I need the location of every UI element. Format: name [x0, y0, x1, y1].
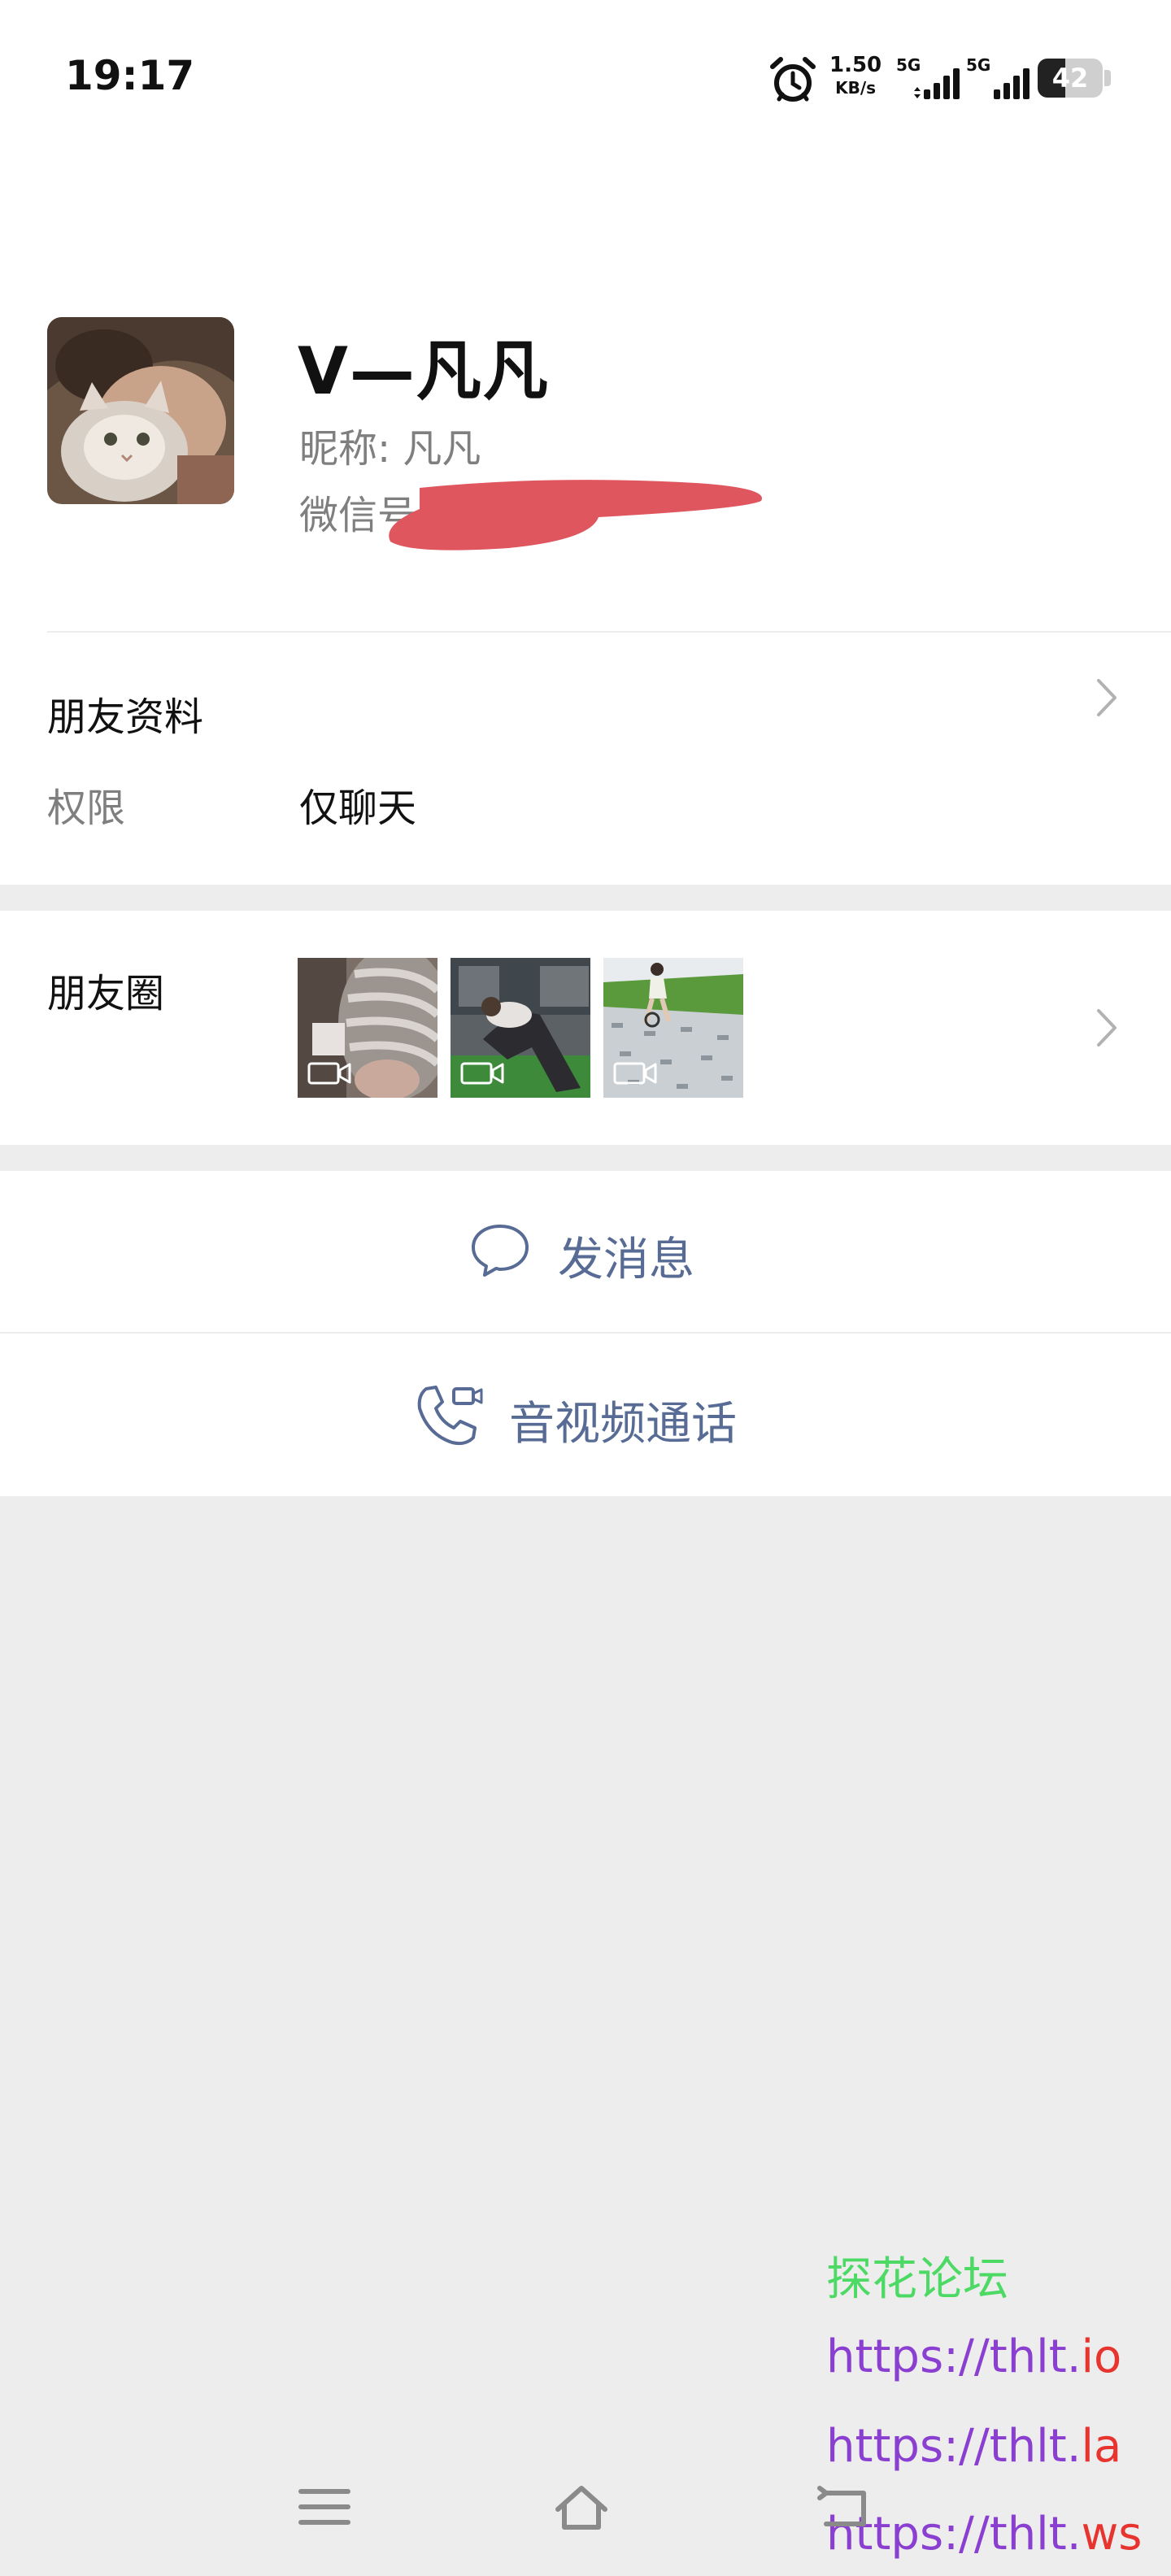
- video-thumbnail-2[interactable]: [451, 958, 590, 1098]
- battery-icon: 42: [1038, 59, 1103, 98]
- permission-value: 仅聊天: [299, 785, 417, 831]
- watermark-link-1-suffix: io: [1081, 2330, 1122, 2383]
- friend-info-title[interactable]: 朋友资料: [47, 685, 203, 742]
- watermark-forum-name: 探花论坛: [826, 2253, 1008, 2306]
- watermark-link-1[interactable]: https://thlt.io: [826, 2330, 1121, 2383]
- home-icon[interactable]: [553, 2480, 610, 2534]
- alarm-icon: [770, 57, 816, 102]
- send-message-label[interactable]: 发消息: [558, 1223, 694, 1289]
- watermark-link-2-suffix: la: [1081, 2420, 1122, 2473]
- avatar[interactable]: [47, 317, 234, 504]
- net-speed-value: 1.50: [829, 53, 882, 77]
- watermark-link-3[interactable]: https://thlt.ws: [826, 2508, 1142, 2561]
- watermark-link-2[interactable]: https://thlt.la: [826, 2420, 1121, 2473]
- status-bar: 19:17 1.50 KB/s 5G 5G 42: [0, 0, 1171, 154]
- video-thumbnail-1[interactable]: [298, 958, 437, 1098]
- nickname: 昵称: 凡凡: [299, 426, 481, 472]
- chat-bubble-icon: [472, 1225, 529, 1277]
- av-call-label[interactable]: 音视频通话: [509, 1387, 737, 1453]
- video-icon: [460, 1062, 504, 1085]
- video-call-icon: [417, 1386, 483, 1446]
- chevron-right-icon[interactable]: [1095, 677, 1119, 719]
- moments-title: 朋友圈: [47, 971, 165, 1016]
- net-speed-unit: KB/s: [835, 78, 877, 98]
- menu-icon[interactable]: [296, 2480, 353, 2534]
- watermark-link-2-prefix: https://thlt.: [826, 2420, 1082, 2473]
- redaction-mark: [389, 480, 762, 550]
- signal-icon: 5G: [896, 55, 961, 101]
- net-speed: 1.50 KB/s: [829, 54, 882, 99]
- video-icon: [307, 1062, 351, 1085]
- back-icon[interactable]: [816, 2480, 873, 2534]
- video-thumbnail-3[interactable]: [603, 958, 743, 1098]
- battery-level: 42: [1051, 63, 1089, 94]
- permission-label: 权限: [47, 785, 126, 831]
- signal-icon-2: 5G: [966, 55, 1031, 101]
- watermark-link-3-suffix: ws: [1081, 2508, 1143, 2561]
- status-time: 19:17: [65, 52, 195, 99]
- battery-cap: [1104, 70, 1111, 86]
- chevron-right-icon[interactable]: [1095, 1007, 1119, 1049]
- video-icon: [613, 1062, 657, 1085]
- divider: [47, 631, 1171, 633]
- watermark-link-1-prefix: https://thlt.: [826, 2330, 1082, 2383]
- display-name: V—凡凡: [298, 333, 550, 409]
